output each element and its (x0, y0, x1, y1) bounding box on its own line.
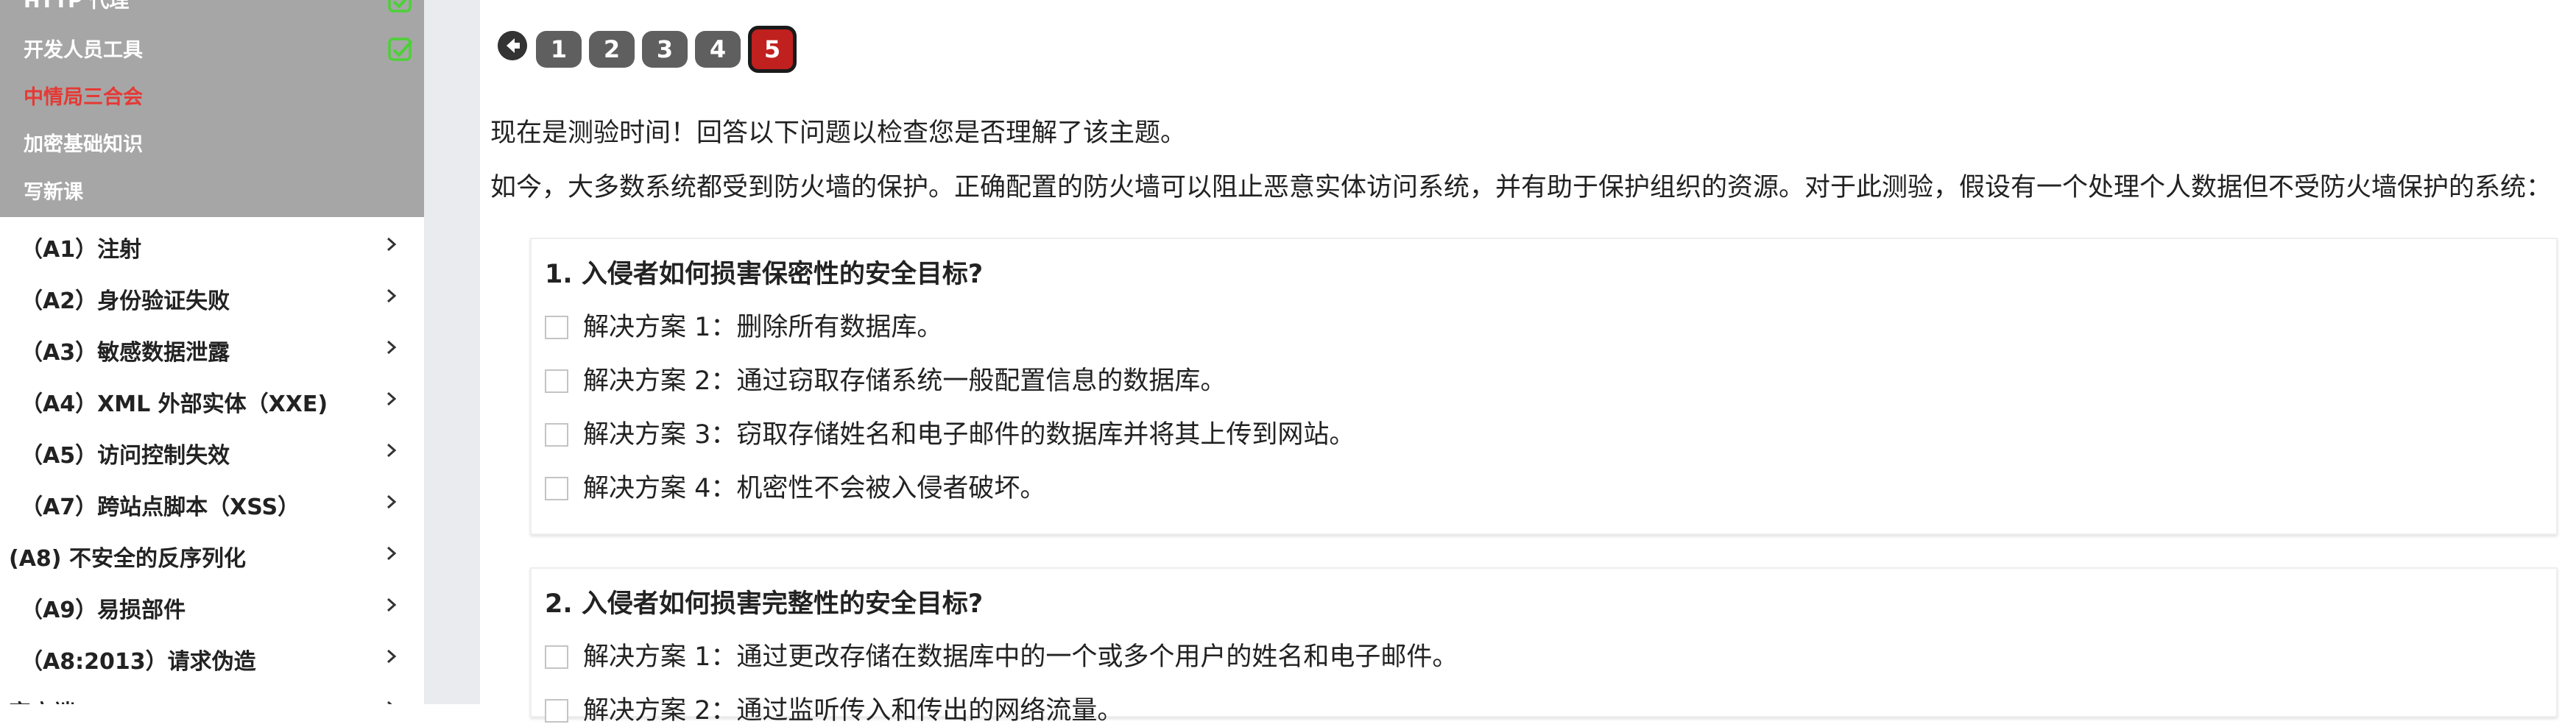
category-label: 客户端 (9, 695, 75, 704)
page-button-2[interactable]: 2 (589, 31, 635, 68)
category-label: （A5）访问控制失效 (21, 443, 230, 469)
category-label: （A7）跨站点脚本（XSS） (21, 494, 300, 520)
option-label: 解决方案 2：通过窃取存储系统一般配置信息的数据库。 (583, 366, 1227, 396)
checkbox[interactable] (545, 477, 568, 500)
page-button-3[interactable]: 3 (642, 31, 688, 68)
lesson-write-new[interactable]: 写新课 (24, 181, 83, 205)
category-client-side[interactable]: 客户端 (0, 684, 424, 704)
chevron-right-icon (387, 494, 397, 509)
chevron-right-icon (387, 546, 397, 561)
checkbox[interactable] (545, 369, 568, 393)
quiz-description: 如今，大多数系统都受到防火墙的保护。正确配置的防火墙可以阻止恶意实体访问系统，并… (490, 173, 2552, 202)
category-a8-deserialization[interactable]: (A8) 不安全的反序列化 (0, 530, 424, 577)
option-label: 解决方案 3：窃取存储姓名和电子邮件的数据库并将其上传到网站。 (583, 420, 1355, 450)
checkbox[interactable] (545, 316, 568, 339)
chevron-right-icon (387, 597, 397, 612)
page-button-1[interactable]: 1 (536, 31, 582, 68)
checkbox[interactable] (545, 645, 568, 669)
chevron-right-icon (387, 649, 397, 664)
category-a9-components[interactable]: （A9）易损部件 (0, 581, 424, 628)
lesson-list: HTTP 代理 开发人员工具 中情局三合会 加密基础知识 写新课 (0, 0, 424, 217)
category-a2-auth[interactable]: （A2）身份验证失败 (0, 272, 424, 319)
page-button-4[interactable]: 4 (695, 31, 741, 68)
category-label: （A4）XML 外部实体（XXE) (21, 391, 328, 417)
category-a5-access-control[interactable]: （A5）访问控制失效 (0, 427, 424, 474)
check-icon (388, 38, 413, 61)
category-a8-2013-csrf[interactable]: （A8:2013）请求伪造 (0, 633, 424, 680)
category-label: (A8) 不安全的反序列化 (9, 546, 246, 572)
arrow-left-icon[interactable] (498, 31, 527, 60)
option-label: 解决方案 1：删除所有数据库。 (583, 313, 943, 342)
lesson-dev-tools[interactable]: 开发人员工具 (24, 39, 143, 63)
category-label: （A1）注射 (21, 237, 142, 263)
chevron-right-icon (387, 391, 397, 406)
question-title: 1. 入侵者如何损害保密性的安全目标? (545, 260, 984, 289)
chevron-right-icon (387, 443, 397, 458)
category-label: （A9）易损部件 (21, 597, 186, 623)
category-label: （A3）敏感数据泄露 (21, 340, 230, 366)
sidebar: HTTP 代理 开发人员工具 中情局三合会 加密基础知识 写新课 （A1）注射 … (0, 0, 424, 704)
chevron-right-icon (387, 701, 392, 704)
lesson-http-proxy[interactable]: HTTP 代理 (24, 0, 129, 13)
option-label: 解决方案 4：机密性不会被入侵者破坏。 (583, 474, 1046, 503)
question-title: 2. 入侵者如何损害完整性的安全目标? (545, 589, 984, 619)
lesson-crypto-basics[interactable]: 加密基础知识 (24, 133, 143, 157)
content-gutter (424, 0, 480, 704)
quiz-intro: 现在是测验时间！回答以下问题以检查您是否理解了该主题。 (490, 118, 1187, 148)
lesson-cia-triad[interactable]: 中情局三合会 (24, 86, 143, 110)
checkbox[interactable] (545, 423, 568, 447)
checkbox[interactable] (545, 699, 568, 723)
category-a7-xss[interactable]: （A7）跨站点脚本（XSS） (0, 478, 424, 525)
option-label: 解决方案 2：通过监听传入和传出的网络流量。 (583, 696, 1123, 726)
category-a1-injection[interactable]: （A1）注射 (0, 221, 424, 268)
category-label: （A2）身份验证失败 (21, 288, 230, 314)
check-icon (388, 0, 412, 13)
question-card-2: 2. 入侵者如何损害完整性的安全目标? 解决方案 1：通过更改存储在数据库中的一… (530, 567, 2558, 726)
category-a3-data-exposure[interactable]: （A3）敏感数据泄露 (0, 324, 424, 371)
category-a4-xxe[interactable]: （A4）XML 外部实体（XXE) (0, 375, 424, 422)
lesson-content: 1 2 3 4 5 现在是测验时间！回答以下问题以检查您是否理解了该主题。 如今… (480, 0, 2576, 726)
category-label: （A8:2013）请求伪造 (21, 649, 256, 675)
chevron-right-icon (387, 237, 397, 252)
option-label: 解决方案 1：通过更改存储在数据库中的一个或多个用户的姓名和电子邮件。 (583, 642, 1458, 672)
page-button-5-current[interactable]: 5 (748, 26, 797, 73)
chevron-right-icon (387, 340, 397, 355)
chevron-right-icon (387, 288, 397, 303)
question-card-1: 1. 入侵者如何损害保密性的安全目标? 解决方案 1：删除所有数据库。 解决方案… (530, 238, 2558, 535)
